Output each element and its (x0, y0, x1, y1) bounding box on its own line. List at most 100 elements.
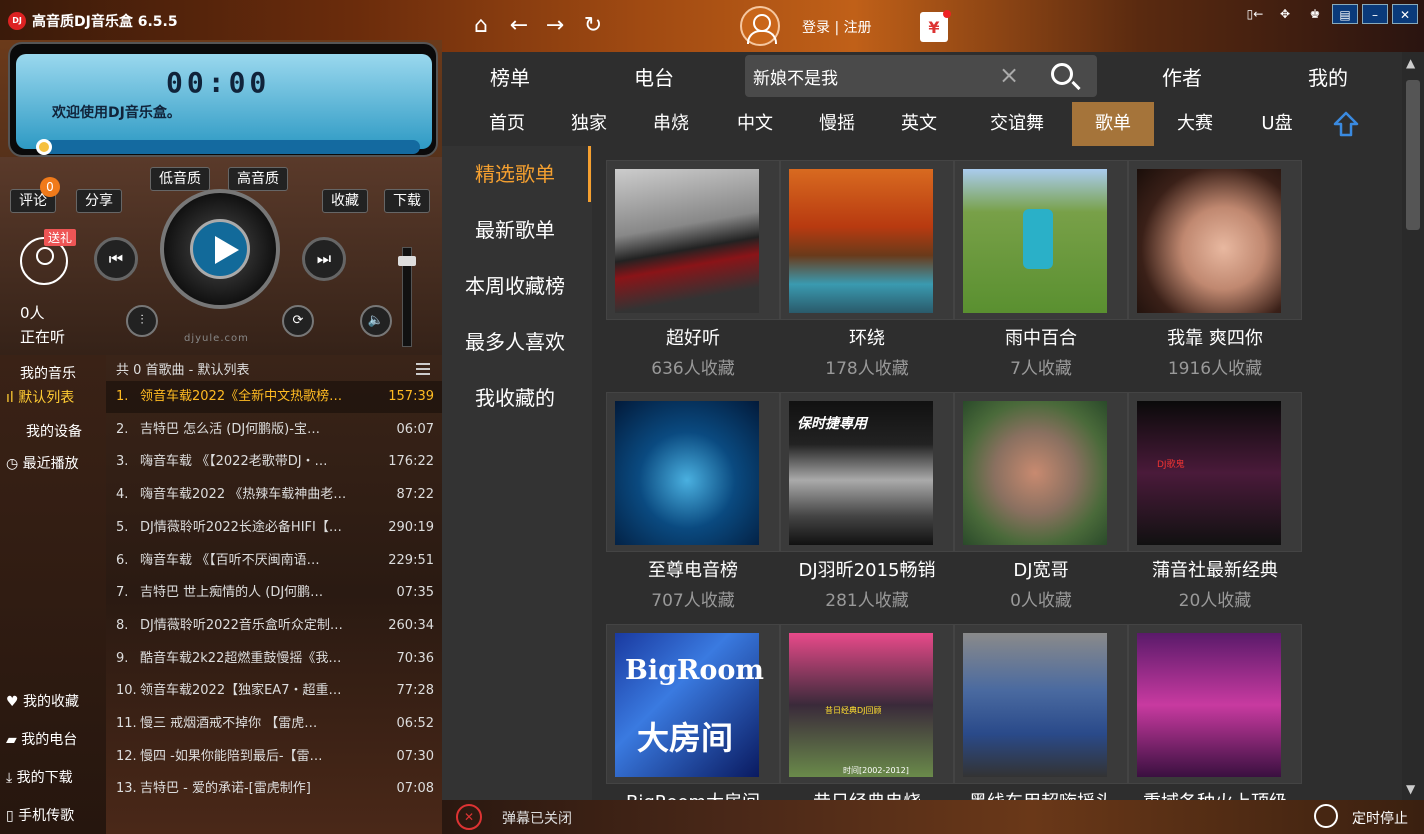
collapse-up-icon[interactable] (1332, 110, 1360, 138)
track-row[interactable]: 3. 嗨音车载 《【2022老歌带DJ・… 176:22 (106, 446, 442, 478)
cat-medley[interactable]: 串烧 (636, 102, 706, 146)
nav-my-download[interactable]: ⤓ 我的下载 (6, 763, 112, 793)
forward-arrow-icon[interactable]: → (542, 13, 568, 39)
cat-usb[interactable]: U盘 (1242, 102, 1312, 146)
sub-newest[interactable]: 最新歌单 (442, 202, 588, 258)
cat-playlists[interactable]: 歌单 (1072, 102, 1154, 146)
high-quality-button[interactable]: 高音质 (228, 167, 288, 191)
track-duration: 06:07 (396, 421, 434, 437)
track-name: DJ情薇聆听2022长途必备HIFI【… (140, 519, 342, 535)
nav-phone-transfer[interactable]: ▯ 手机传歌 (6, 801, 112, 831)
track-row[interactable]: 2. 吉特巴 怎么活 (DJ何鹏版)-宝… 06:07 (106, 414, 442, 446)
cat-exclusive[interactable]: 独家 (554, 102, 624, 146)
track-row[interactable]: 9. 酷音车载2k22超燃重鼓慢摇《我… 70:36 (106, 643, 442, 675)
sub-most-liked[interactable]: 最多人喜欢 (442, 314, 588, 370)
cat-ballroom[interactable]: 交谊舞 (976, 102, 1058, 146)
playlist-card[interactable]: 保时捷専用 DJ羽昕2015畅销 281人收藏 (780, 392, 954, 624)
cat-contest[interactable]: 大赛 (1160, 102, 1230, 146)
track-row[interactable]: 10. 领音车载2022【独家EA7・超重… 77:28 (106, 675, 442, 707)
volume-icon[interactable]: 🔈 (360, 305, 392, 337)
sub-weekly-collect[interactable]: 本周收藏榜 (442, 258, 588, 314)
repeat-mode-icon[interactable]: ⟳ (282, 305, 314, 337)
playlist-card[interactable]: 昔日经典DJ回顾 时间[2002-2012] 昔日经典串烧 (780, 624, 954, 800)
danmaku-off-icon[interactable]: ✕ (456, 804, 482, 830)
play-button[interactable] (160, 189, 280, 309)
playlist-menu-icon[interactable] (416, 363, 430, 375)
tab-mine[interactable]: 我的 (1308, 62, 1348, 91)
scroll-thumb[interactable] (1406, 80, 1420, 230)
skin-icon[interactable]: ✥ (1272, 4, 1298, 24)
low-quality-button[interactable]: 低音质 (150, 167, 210, 191)
collect-button[interactable]: 收藏 (322, 189, 368, 213)
refresh-icon[interactable]: ↻ (580, 13, 606, 39)
volume-knob[interactable] (398, 256, 416, 267)
tab-authors[interactable]: 作者 (1162, 62, 1202, 91)
playlist-card[interactable]: 雨中百合 7人收藏 (954, 160, 1128, 392)
track-row[interactable]: 4. 嗨音车载2022 《热辣车载神曲老… 87:22 (106, 479, 442, 511)
scroll-down-icon[interactable]: ▼ (1406, 782, 1415, 796)
track-name: 嗨音车载 《【2022老歌带DJ・… (140, 454, 328, 470)
cat-slow-rock[interactable]: 慢摇 (802, 102, 872, 146)
playlist-card[interactable]: DJ宽哥 0人收藏 (954, 392, 1128, 624)
login-register-link[interactable]: 登录 | 注册 (802, 17, 872, 37)
close-button[interactable]: ✕ (1392, 4, 1418, 24)
playlist-card[interactable]: 超好听 636人收藏 (606, 160, 780, 392)
track-row[interactable]: 8. DJ情薇聆听2022音乐盒听众定制… 260:34 (106, 610, 442, 642)
progress-bar[interactable] (36, 139, 420, 155)
previous-track-icon[interactable]: ⏮ (94, 237, 138, 281)
playlist-card[interactable]: 重域各种火上顶级 (1128, 624, 1302, 800)
content-scrollbar[interactable]: ▲ ▼ (1402, 52, 1424, 800)
search-input[interactable] (753, 63, 993, 89)
next-track-icon[interactable]: ⏭ (302, 237, 346, 281)
playlist-card[interactable]: 至尊电音榜 707人收藏 (606, 392, 780, 624)
track-row[interactable]: 12. 慢四 -如果你能陪到最后-【雷… 07:30 (106, 741, 442, 773)
mini-mode-icon[interactable]: ▯← (1242, 4, 1268, 24)
track-number: 11. (116, 716, 137, 731)
track-row[interactable]: 7. 吉特巴 世上痴情的人 (DJ何鹏… 07:35 (106, 577, 442, 609)
red-envelope-icon[interactable]: ¥ (920, 10, 951, 42)
cat-chinese[interactable]: 中文 (720, 102, 790, 146)
playlist-title: 至尊电音榜 (648, 560, 738, 581)
track-row[interactable]: 5. DJ情薇聆听2022长途必备HIFI【… 290:19 (106, 512, 442, 544)
home-icon[interactable]: ⌂ (468, 13, 494, 39)
nav-my-collection[interactable]: ♥ 我的收藏 (6, 687, 112, 717)
search-icon[interactable] (1051, 63, 1073, 85)
playlist-card[interactable]: 黑线车用超嗨摇头 (954, 624, 1128, 800)
playlist-cover: 保时捷専用 (780, 392, 954, 552)
download-button[interactable]: 下载 (384, 189, 430, 213)
clear-search-icon[interactable]: × (999, 61, 1019, 89)
playlist-card[interactable]: 环绕 178人收藏 (780, 160, 954, 392)
tab-rankings[interactable]: 榜单 (490, 62, 530, 91)
minimize-button[interactable]: – (1362, 4, 1388, 24)
track-row[interactable]: 6. 嗨音车载 《【百听不厌闽南语… 229:51 (106, 545, 442, 577)
scroll-up-icon[interactable]: ▲ (1406, 56, 1415, 70)
track-row[interactable]: 13. 吉特巴 - 爱的承诺-[雷虎制作] 07:08 (106, 773, 442, 805)
volume-slider[interactable] (398, 247, 416, 347)
listener-count: 0人 (20, 304, 45, 322)
sub-featured[interactable]: 精选歌单 (442, 146, 591, 202)
sub-my-collected[interactable]: 我收藏的 (442, 370, 588, 426)
nav-recent[interactable]: ◷ 最近播放 (6, 449, 112, 479)
timer-icon[interactable] (1314, 804, 1338, 828)
tab-radio[interactable]: 电台 (634, 62, 674, 91)
playlist-card[interactable]: BigRoom 大房间 BigRoom大房间 (606, 624, 780, 800)
track-row[interactable]: 11. 慢三 戒烟酒戒不掉你 【雷虎… 06:52 (106, 708, 442, 740)
cat-home[interactable]: 首页 (472, 102, 542, 146)
cat-english[interactable]: 英文 (884, 102, 954, 146)
nav-default-list[interactable]: ıl 默认列表 (6, 383, 112, 413)
back-arrow-icon[interactable]: ← (506, 13, 532, 39)
menu-button[interactable]: ▤ (1332, 4, 1358, 24)
playlist-card[interactable]: 我靠 爽四你 1916人收藏 (1128, 160, 1302, 392)
equalizer-icon[interactable]: ⫶ (126, 305, 158, 337)
timer-stop-button[interactable]: 定时停止 (1352, 808, 1408, 828)
track-number: 1. (116, 389, 129, 404)
gift-tag[interactable]: 送礼 (44, 229, 77, 246)
nav-my-radio[interactable]: ▰ 我的电台 (6, 725, 112, 755)
playlist-card[interactable]: DJ歌鬼 蒲音社最新经典 20人收藏 (1128, 392, 1302, 624)
shirt-icon[interactable]: ♚ (1302, 4, 1328, 24)
share-button[interactable]: 分享 (76, 189, 122, 213)
user-avatar-icon[interactable] (740, 6, 780, 46)
track-row[interactable]: 1. 领音车载2022《全新中文热歌榜… 157:39 (106, 381, 442, 413)
track-duration: 07:30 (396, 748, 434, 764)
progress-knob[interactable] (36, 139, 52, 155)
